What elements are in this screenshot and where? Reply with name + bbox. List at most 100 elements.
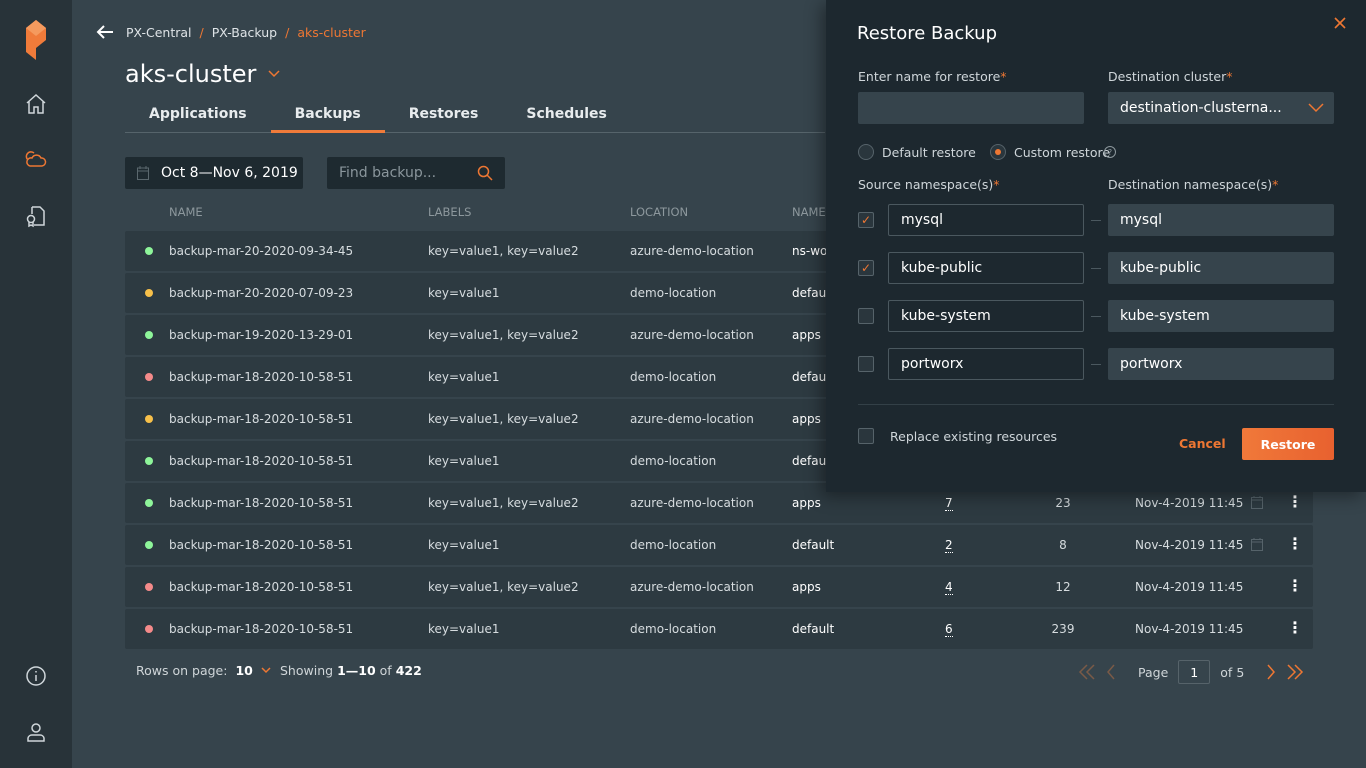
backup-count[interactable]: 7 bbox=[945, 496, 953, 511]
status-dot bbox=[145, 247, 153, 255]
dest-namespace-input[interactable]: kube-system bbox=[1108, 300, 1334, 332]
chevron-down-icon bbox=[268, 70, 280, 78]
backup-count[interactable]: 2 bbox=[945, 538, 953, 553]
backup-size: 239 bbox=[1051, 622, 1075, 636]
backup-name[interactable]: backup-mar-19-2020-13-29-01 bbox=[169, 328, 353, 342]
row-menu-icon[interactable]: ⋮ bbox=[1287, 492, 1303, 511]
showing-text: Showing 1—10 of 422 bbox=[280, 663, 422, 678]
namespace-checkbox[interactable] bbox=[858, 308, 874, 324]
backup-namespace: apps bbox=[792, 580, 821, 594]
row-menu-icon[interactable]: ⋮ bbox=[1287, 618, 1303, 637]
row-menu-icon[interactable]: ⋮ bbox=[1287, 534, 1303, 553]
page-input[interactable]: 1 bbox=[1178, 660, 1211, 684]
status-dot bbox=[145, 331, 153, 339]
custom-restore-radio[interactable] bbox=[990, 144, 1006, 160]
backup-name[interactable]: backup-mar-18-2020-10-58-51 bbox=[169, 370, 353, 384]
source-namespace-input[interactable]: mysql bbox=[888, 204, 1084, 236]
cloud-icon[interactable] bbox=[24, 148, 48, 172]
backup-count[interactable]: 4 bbox=[945, 580, 953, 595]
dest-namespace-input[interactable]: mysql bbox=[1108, 204, 1334, 236]
mapping-dash bbox=[1091, 268, 1101, 269]
backup-labels: key=value1 bbox=[428, 538, 500, 552]
source-namespace-input[interactable]: kube-system bbox=[888, 300, 1084, 332]
last-page-icon[interactable] bbox=[1286, 664, 1304, 680]
tab-schedules[interactable]: Schedules bbox=[502, 100, 630, 132]
backup-name[interactable]: backup-mar-18-2020-10-58-51 bbox=[169, 496, 353, 510]
rows-label: Rows on page: bbox=[136, 663, 228, 678]
showing-prefix: Showing bbox=[280, 663, 334, 678]
page-title: aks-cluster bbox=[125, 60, 257, 88]
next-page-icon[interactable] bbox=[1266, 664, 1276, 680]
source-namespace-label: Source namespace(s)* bbox=[858, 177, 1000, 192]
svg-text:?: ? bbox=[1108, 148, 1112, 157]
portworx-logo[interactable] bbox=[24, 20, 48, 60]
table-row[interactable]: backup-mar-18-2020-10-58-51 key=value1 d… bbox=[125, 609, 1313, 649]
prev-page-icon[interactable] bbox=[1106, 664, 1116, 680]
replace-resources-label: Replace existing resources bbox=[890, 429, 1058, 444]
restore-name-input[interactable] bbox=[858, 92, 1084, 124]
dest-namespace-input[interactable]: portworx bbox=[1108, 348, 1334, 380]
cluster-selector[interactable]: aks-cluster bbox=[125, 60, 280, 88]
backup-location: demo-location bbox=[630, 622, 717, 636]
search-icon[interactable] bbox=[477, 165, 493, 181]
schedule-calendar-icon bbox=[1251, 496, 1263, 512]
backup-labels: key=value1, key=value2 bbox=[428, 244, 579, 258]
source-namespace-input[interactable]: kube-public bbox=[888, 252, 1084, 284]
backup-labels: key=value1 bbox=[428, 286, 500, 300]
namespace-checkbox[interactable]: ✓ bbox=[858, 260, 874, 276]
column-header-name[interactable]: NAME bbox=[169, 205, 203, 219]
backup-name[interactable]: backup-mar-18-2020-10-58-51 bbox=[169, 538, 353, 552]
total-pages: 5 bbox=[1236, 664, 1245, 680]
status-dot bbox=[145, 373, 153, 381]
page-label: Page bbox=[1138, 664, 1169, 680]
namespace-checkbox[interactable]: ✓ bbox=[858, 212, 874, 228]
backup-name[interactable]: backup-mar-18-2020-10-58-51 bbox=[169, 622, 353, 636]
backup-namespace: apps bbox=[792, 412, 821, 426]
date-range-value: Oct 8—Nov 6, 2019 bbox=[161, 165, 298, 181]
restore-button[interactable]: Restore bbox=[1242, 428, 1334, 460]
backup-name[interactable]: backup-mar-18-2020-10-58-51 bbox=[169, 454, 353, 468]
backup-labels: key=value1, key=value2 bbox=[428, 496, 579, 510]
tab-restores[interactable]: Restores bbox=[385, 100, 503, 132]
info-icon[interactable] bbox=[24, 664, 48, 688]
breadcrumb-px-backup[interactable]: PX-Backup bbox=[212, 25, 277, 40]
backup-count[interactable]: 6 bbox=[945, 622, 953, 637]
dest-namespace-input[interactable]: kube-public bbox=[1108, 252, 1334, 284]
close-icon[interactable] bbox=[1334, 17, 1346, 29]
tab-backups[interactable]: Backups bbox=[270, 100, 385, 133]
backup-name[interactable]: backup-mar-20-2020-07-09-23 bbox=[169, 286, 353, 300]
back-arrow-icon[interactable] bbox=[96, 24, 114, 40]
dest-namespace-label: Destination namespace(s)* bbox=[1108, 177, 1279, 192]
breadcrumb-px-central[interactable]: PX-Central bbox=[126, 25, 192, 40]
replace-resources-checkbox[interactable] bbox=[858, 428, 874, 444]
tab-applications[interactable]: Applications bbox=[125, 100, 271, 132]
backup-labels: key=value1, key=value2 bbox=[428, 412, 579, 426]
user-icon[interactable] bbox=[24, 720, 48, 744]
row-menu-icon[interactable]: ⋮ bbox=[1287, 576, 1303, 595]
table-row[interactable]: backup-mar-18-2020-10-58-51 key=value1, … bbox=[125, 567, 1313, 607]
column-header-labels[interactable]: LABELS bbox=[428, 205, 471, 219]
showing-total: 422 bbox=[395, 663, 422, 678]
backup-name[interactable]: backup-mar-20-2020-09-34-45 bbox=[169, 244, 353, 258]
table-row[interactable]: backup-mar-18-2020-10-58-51 key=value1 d… bbox=[125, 525, 1313, 565]
backup-name[interactable]: backup-mar-18-2020-10-58-51 bbox=[169, 412, 353, 426]
certificate-doc-icon[interactable] bbox=[24, 204, 48, 228]
column-header-namespace[interactable]: NAME bbox=[792, 205, 826, 219]
rows-per-page[interactable]: Rows on page: 10 bbox=[136, 663, 271, 678]
first-page-icon[interactable] bbox=[1078, 664, 1096, 680]
backup-labels: key=value1 bbox=[428, 454, 500, 468]
dest-cluster-label: Destination cluster* bbox=[1108, 69, 1233, 84]
dest-cluster-select[interactable]: destination-clusterna... bbox=[1108, 92, 1334, 124]
default-restore-radio[interactable] bbox=[858, 144, 874, 160]
namespace-checkbox[interactable] bbox=[858, 356, 874, 372]
backup-name[interactable]: backup-mar-18-2020-10-58-51 bbox=[169, 580, 353, 594]
backup-location: demo-location bbox=[630, 454, 717, 468]
status-dot bbox=[145, 457, 153, 465]
home-icon[interactable] bbox=[24, 92, 48, 116]
source-namespace-input[interactable]: portworx bbox=[888, 348, 1084, 380]
help-icon[interactable]: ? bbox=[1104, 146, 1116, 158]
cancel-button[interactable]: Cancel bbox=[1179, 436, 1226, 451]
date-range-picker[interactable]: Oct 8—Nov 6, 2019 bbox=[125, 157, 303, 189]
search-input[interactable]: Find backup... bbox=[327, 157, 505, 189]
column-header-location[interactable]: LOCATION bbox=[630, 205, 688, 219]
